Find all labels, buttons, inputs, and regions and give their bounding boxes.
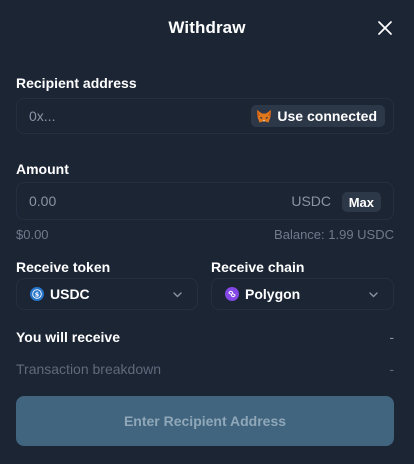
transaction-breakdown-value: - <box>389 361 394 377</box>
enter-recipient-address-button[interactable]: Enter Recipient Address <box>16 396 394 446</box>
amount-input[interactable] <box>29 183 229 219</box>
chevron-down-icon <box>173 292 182 298</box>
recipient-address-field: Use connected <box>16 98 394 134</box>
receive-chain-value: Polygon <box>245 286 301 302</box>
receive-chain-select[interactable]: Polygon <box>211 278 394 310</box>
amount-unit: USDC <box>291 193 331 209</box>
close-icon[interactable] <box>378 21 392 35</box>
transaction-breakdown-toggle[interactable]: Transaction breakdown <box>16 361 161 377</box>
balance-text: Balance: 1.99 USDC <box>274 227 394 242</box>
polygon-icon <box>225 287 239 301</box>
withdraw-dialog: Withdraw Recipient address Use connected… <box>0 0 414 464</box>
receive-token-select[interactable]: $ USDC <box>16 278 198 310</box>
usdc-icon: $ <box>30 287 44 301</box>
fiat-value: $0.00 <box>16 227 49 242</box>
recipient-address-label: Recipient address <box>16 75 137 91</box>
use-connected-label: Use connected <box>277 108 377 124</box>
svg-text:$: $ <box>35 290 40 298</box>
you-will-receive-label: You will receive <box>16 329 121 345</box>
use-connected-button[interactable]: Use connected <box>251 105 385 127</box>
receive-token-label: Receive token <box>16 259 111 275</box>
amount-label: Amount <box>16 161 69 177</box>
receive-chain-label: Receive chain <box>211 259 305 275</box>
max-button[interactable]: Max <box>341 192 381 212</box>
metamask-fox-icon <box>257 109 272 122</box>
receive-token-value: USDC <box>50 286 90 302</box>
chevron-down-icon <box>369 292 378 298</box>
amount-field: USDC Max <box>16 182 394 220</box>
recipient-address-input[interactable] <box>29 99 229 133</box>
dialog-title: Withdraw <box>168 18 246 37</box>
you-will-receive-value: - <box>389 329 394 345</box>
